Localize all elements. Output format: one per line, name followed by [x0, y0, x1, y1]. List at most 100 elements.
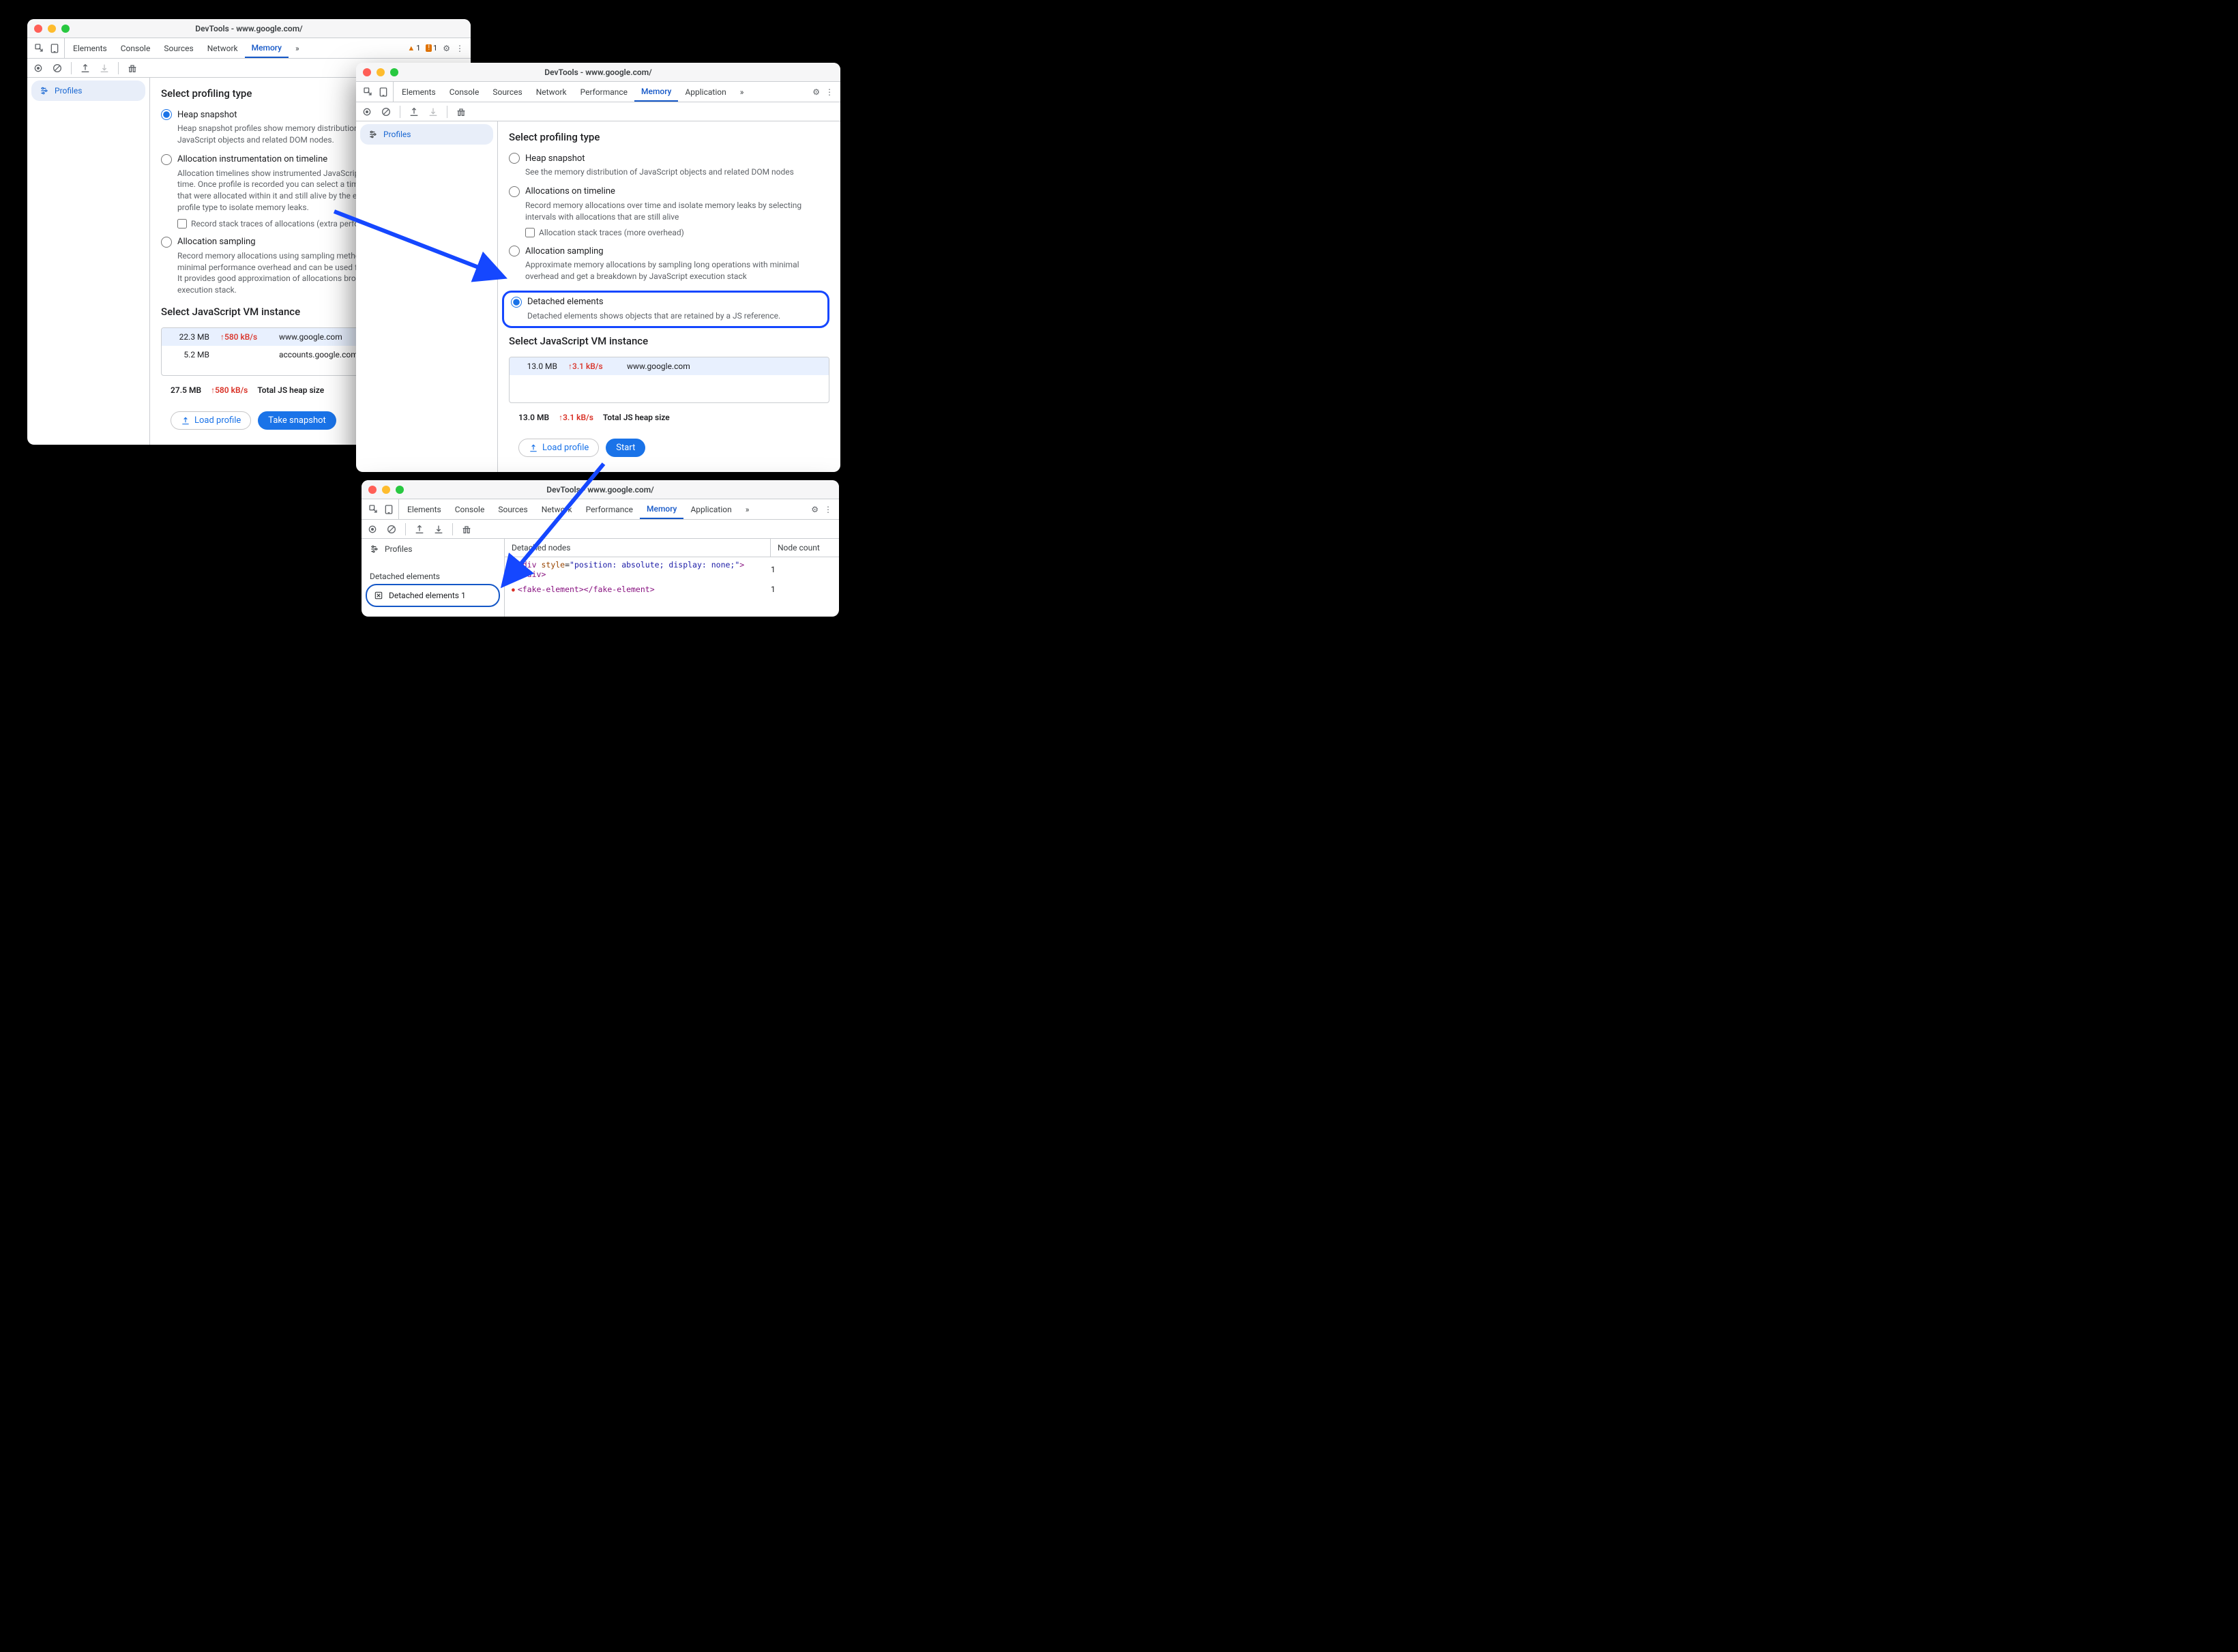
inspect-icon[interactable]: [363, 87, 374, 98]
clear-icon[interactable]: [381, 106, 392, 117]
inspect-icon[interactable]: [34, 43, 45, 54]
clear-icon[interactable]: [52, 63, 63, 74]
radio-sampling[interactable]: [161, 237, 172, 248]
error-badge[interactable]: !1: [426, 44, 437, 53]
record-icon[interactable]: [362, 106, 372, 117]
tab-elements[interactable]: Elements: [66, 38, 114, 58]
maximize-icon[interactable]: [61, 25, 70, 33]
radio-timeline[interactable]: [509, 186, 520, 197]
device-icon[interactable]: [378, 87, 389, 98]
tab-application[interactable]: Application: [678, 82, 733, 102]
window-title: DevTools - www.google.com/: [362, 485, 839, 495]
option-allocation-sampling: Allocation sampling Approximate memory a…: [509, 243, 829, 288]
sidebar: Profiles: [27, 78, 150, 445]
sidebar-item-profiles[interactable]: Profiles: [360, 124, 493, 145]
tab-console[interactable]: Console: [114, 38, 158, 58]
tab-sources[interactable]: Sources: [486, 82, 529, 102]
record-icon[interactable]: [367, 524, 378, 535]
gc-icon[interactable]: [456, 106, 467, 117]
tab-network[interactable]: Network: [529, 82, 574, 102]
checkbox-stack-traces[interactable]: [525, 228, 535, 237]
radio-detached[interactable]: [511, 297, 522, 308]
vm-row[interactable]: 13.0 MB 3.1 kB/s www.google.com: [510, 357, 829, 375]
sidebar-profile-detached-1[interactable]: Detached elements 1: [366, 584, 500, 607]
gear-icon[interactable]: ⚙: [812, 87, 820, 97]
tab-application[interactable]: Application: [683, 499, 738, 519]
close-icon[interactable]: [368, 486, 377, 494]
minimize-icon[interactable]: [382, 486, 390, 494]
gear-icon[interactable]: ⚙: [443, 44, 450, 53]
inspect-icon[interactable]: [368, 504, 379, 515]
tab-performance[interactable]: Performance: [579, 499, 640, 519]
devtools-window-3: DevTools - www.google.com/ Elements Cons…: [362, 480, 839, 617]
total-rate: 580 kB/s: [211, 385, 248, 395]
tab-memory[interactable]: Memory: [634, 82, 678, 102]
minimize-icon[interactable]: [377, 68, 385, 76]
start-button[interactable]: Start: [606, 439, 645, 457]
download-icon[interactable]: [99, 63, 110, 74]
tab-elements[interactable]: Elements: [400, 499, 448, 519]
tab-sources[interactable]: Sources: [491, 499, 534, 519]
download-icon[interactable]: [433, 524, 444, 535]
radio-heap[interactable]: [161, 109, 172, 120]
tab-performance[interactable]: Performance: [574, 82, 634, 102]
tab-more[interactable]: »: [739, 499, 756, 519]
checkbox-stack-traces[interactable]: [177, 219, 187, 228]
sidebar-item-profiles[interactable]: Profiles: [31, 80, 145, 101]
upload-icon[interactable]: [80, 63, 91, 74]
col-node-count[interactable]: Node count: [771, 539, 839, 557]
kebab-icon[interactable]: ⋮: [825, 87, 834, 97]
close-icon[interactable]: [363, 68, 371, 76]
tab-memory[interactable]: Memory: [245, 38, 289, 58]
tabbar: Elements Console Sources Network Perform…: [356, 82, 840, 102]
tab-more[interactable]: »: [289, 38, 306, 58]
kebab-icon[interactable]: ⋮: [824, 505, 832, 514]
tab-console[interactable]: Console: [443, 82, 486, 102]
total-size: 27.5 MB: [171, 385, 201, 395]
kebab-icon[interactable]: ⋮: [456, 44, 464, 53]
table-row[interactable]: ●<fake-element></fake-element> 1: [505, 582, 839, 597]
detached-nodes-table: Detached nodes Node count ●<div style="p…: [505, 539, 839, 617]
tab-elements[interactable]: Elements: [395, 82, 443, 102]
radio-timeline[interactable]: [161, 154, 172, 165]
sidebar-profiles-label: Profiles: [55, 86, 83, 95]
table-row[interactable]: ●<div style="position: absolute; display…: [505, 557, 839, 582]
titlebar: DevTools - www.google.com/: [362, 480, 839, 499]
warning-badge[interactable]: ▲1: [407, 44, 420, 53]
radio-sampling[interactable]: [509, 246, 520, 256]
take-snapshot-button[interactable]: Take snapshot: [258, 411, 336, 430]
load-profile-button[interactable]: Load profile: [171, 411, 251, 430]
clear-icon[interactable]: [386, 524, 397, 535]
footer: 13.0 MB 3.1 kB/s Total JS heap size Load…: [509, 403, 829, 464]
download-icon[interactable]: [428, 106, 439, 117]
window-title: DevTools - www.google.com/: [27, 24, 471, 33]
upload-icon[interactable]: [414, 524, 425, 535]
devtools-window-2: DevTools - www.google.com/ Elements Cons…: [356, 63, 840, 472]
tab-sources[interactable]: Sources: [157, 38, 200, 58]
tab-more[interactable]: »: [733, 82, 751, 102]
tabbar: Elements Console Sources Network Perform…: [362, 499, 839, 520]
maximize-icon[interactable]: [390, 68, 398, 76]
gc-icon[interactable]: [127, 63, 138, 74]
close-icon[interactable]: [34, 25, 42, 33]
load-profile-button[interactable]: Load profile: [518, 439, 599, 457]
upload-icon[interactable]: [409, 106, 419, 117]
maximize-icon[interactable]: [396, 486, 404, 494]
device-icon[interactable]: [49, 43, 60, 54]
profiling-heading: Select profiling type: [509, 131, 829, 143]
record-icon[interactable]: [33, 63, 44, 74]
traffic-lights: [363, 68, 398, 76]
tab-network[interactable]: Network: [201, 38, 245, 58]
tab-console[interactable]: Console: [448, 499, 492, 519]
gc-icon[interactable]: [461, 524, 472, 535]
device-icon[interactable]: [383, 504, 394, 515]
minimize-icon[interactable]: [48, 25, 56, 33]
gear-icon[interactable]: ⚙: [811, 505, 819, 514]
option-detached-elements-highlight: Detached elements Detached elements show…: [502, 291, 829, 328]
window-title: DevTools - www.google.com/: [356, 68, 840, 77]
col-detached-nodes[interactable]: Detached nodes: [505, 539, 771, 557]
sidebar-item-profiles[interactable]: Profiles: [362, 539, 504, 559]
tab-memory[interactable]: Memory: [640, 499, 683, 519]
radio-heap[interactable]: [509, 153, 520, 164]
tab-network[interactable]: Network: [535, 499, 579, 519]
